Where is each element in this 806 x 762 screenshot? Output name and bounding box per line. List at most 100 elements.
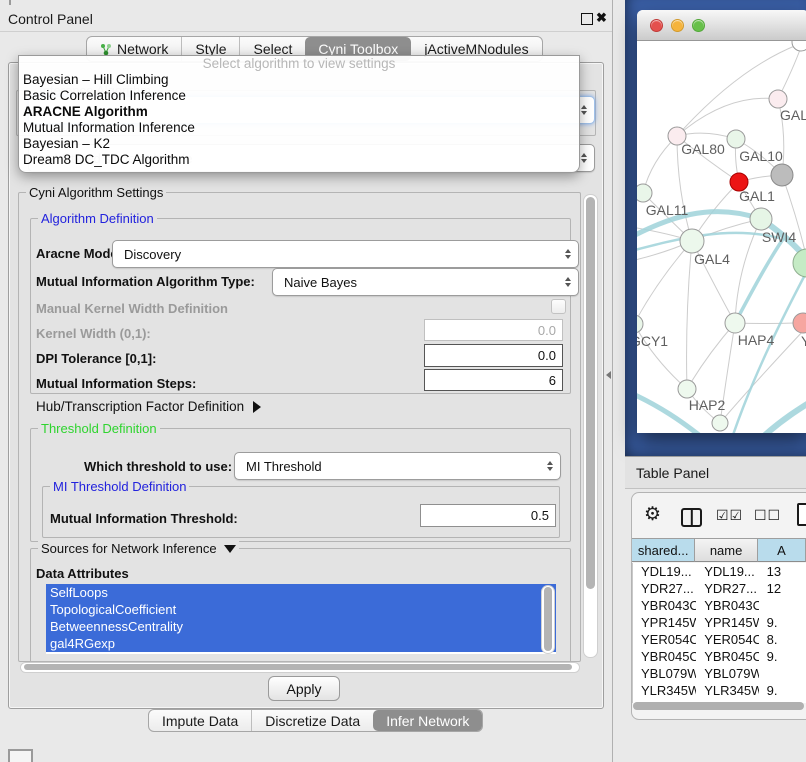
which-threshold-label: Which threshold to use:	[84, 459, 232, 474]
network-edge[interactable]	[687, 241, 692, 389]
close-icon[interactable]: ✖	[596, 12, 607, 24]
manual-kernel-checkbox[interactable]	[551, 299, 566, 314]
aracne-mode-combo[interactable]: Discovery	[112, 240, 579, 268]
mi-steps-input[interactable]: 6	[424, 369, 563, 391]
float-window-icon[interactable]	[581, 13, 593, 25]
table-row[interactable]: YPR145WYPR145W9.	[633, 614, 806, 631]
network-node-label-swi4: SWI4	[762, 229, 796, 245]
which-threshold-value: MI Threshold	[246, 459, 322, 474]
network-graph[interactable]: GALGAL80GAL10GAL1GAL11SWI4GAL4GCY1HAP4YH…	[637, 41, 806, 433]
combo-stepper-icon	[581, 105, 587, 115]
network-window-titlebar[interactable]	[637, 10, 806, 41]
table-cell: YLR345W	[633, 683, 696, 698]
settings-vertical-scrollbar[interactable]	[583, 194, 598, 658]
which-threshold-combo[interactable]: MI Threshold	[234, 452, 561, 480]
mi-threshold-group-title: MI Threshold Definition	[50, 479, 189, 494]
column-browser-icon[interactable]	[681, 508, 702, 527]
network-node[interactable]	[712, 415, 728, 431]
table-mode-icon[interactable]	[797, 503, 806, 526]
table-row[interactable]: YDL19...YDL19...13	[633, 563, 806, 580]
table-row[interactable]: YBR045CYBR045C9.	[633, 648, 806, 665]
network-edge[interactable]	[643, 136, 677, 193]
attribute-item-gal4rgexp[interactable]: gal4RGexp	[46, 635, 556, 652]
table-header-row: shared...nameA	[632, 538, 806, 562]
network-node[interactable]	[793, 313, 806, 333]
network-node[interactable]	[771, 164, 793, 186]
dpi-tolerance-input[interactable]: 0.0	[424, 344, 563, 367]
algorithm-option-basic-correlation-inference[interactable]: Basic Correlation Inference	[19, 88, 579, 104]
network-edge-thick[interactable]	[765, 399, 806, 433]
table-row[interactable]: YLR345WYLR345W9.	[633, 682, 806, 699]
table-horizontal-scrollbar[interactable]	[633, 702, 804, 710]
attributes-list-scrollbar[interactable]	[541, 585, 555, 654]
network-node[interactable]	[678, 380, 696, 398]
scrollbar-thumb[interactable]	[24, 664, 572, 670]
mi-threshold-input[interactable]: 0.5	[420, 504, 556, 527]
table-cell: YDR27...	[696, 581, 758, 596]
network-node-label-gal10: GAL10	[739, 148, 783, 164]
settings-horizontal-scrollbar[interactable]	[20, 662, 580, 673]
threshold-definition-title: Threshold Definition	[38, 421, 160, 436]
network-canvas[interactable]: GALGAL80GAL10GAL1GAL11SWI4GAL4GCY1HAP4YH…	[637, 41, 806, 433]
network-edge[interactable]	[637, 241, 692, 324]
scrollbar-thumb[interactable]	[544, 587, 552, 651]
network-edge[interactable]	[677, 98, 778, 136]
expand-arrow-icon[interactable]	[253, 401, 261, 413]
data-attributes-label: Data Attributes	[36, 566, 129, 581]
network-node[interactable]	[769, 90, 787, 108]
table-cell: YBL079W	[696, 666, 758, 681]
gear-icon[interactable]: ⚙	[644, 505, 661, 525]
network-node[interactable]	[637, 184, 652, 202]
close-traffic-light-icon[interactable]	[650, 19, 663, 32]
application-window: Control Panel ✖ NetworkStyleSelectCyni T…	[0, 0, 806, 762]
column-header-a[interactable]: A	[758, 538, 806, 562]
hub-definition-label[interactable]: Hub/Transcription Factor Definition	[36, 399, 261, 414]
tab-impute-data[interactable]: Impute Data	[149, 710, 251, 731]
tab-label: Infer Network	[386, 713, 469, 729]
algorithm-option-aracne-algorithm[interactable]: ARACNE Algorithm	[19, 104, 579, 120]
algorithm-option-dream8-dc-tdc-algorithm[interactable]: Dream8 DC_TDC Algorithm	[19, 152, 579, 168]
table-row[interactable]: YBL079WYBL079W	[633, 665, 806, 682]
network-node-label-gal80: GAL80	[681, 141, 725, 157]
grip-icon[interactable]	[8, 749, 33, 762]
attribute-item-selfloops[interactable]: SelfLoops	[46, 584, 556, 601]
column-header-name[interactable]: name	[695, 538, 758, 562]
tab-label: Impute Data	[162, 713, 238, 729]
collapse-arrow-icon[interactable]	[224, 545, 236, 553]
network-node[interactable]	[680, 229, 704, 253]
table-cell: 9.	[759, 683, 806, 698]
network-node-label-gal11: GAL11	[646, 202, 689, 218]
network-edge-thick[interactable]	[637, 233, 779, 251]
mi-type-combo[interactable]: Naive Bayes	[272, 268, 579, 296]
panel-divider[interactable]	[612, 0, 625, 762]
algorithm-option-bayesian-hill-climbing[interactable]: Bayesian – Hill Climbing	[19, 72, 579, 88]
attribute-item-betweennesscentrality[interactable]: BetweennessCentrality	[46, 618, 556, 635]
network-node[interactable]	[637, 315, 643, 333]
tab-infer-network[interactable]: Infer Network	[373, 710, 482, 731]
splitter-collapse-icon[interactable]	[606, 371, 611, 379]
scrollbar-thumb[interactable]	[586, 197, 595, 589]
zoom-traffic-light-icon[interactable]	[692, 19, 705, 32]
attribute-item-topologicalcoefficient[interactable]: TopologicalCoefficient	[46, 601, 556, 618]
network-node[interactable]	[727, 130, 745, 148]
minimize-traffic-light-icon[interactable]	[671, 19, 684, 32]
table-row[interactable]: YBR043CYBR043C	[633, 597, 806, 614]
network-node[interactable]	[725, 313, 745, 333]
network-node[interactable]	[792, 41, 806, 51]
table-panel-title: Table Panel	[636, 465, 709, 481]
column-header-shared[interactable]: shared...	[632, 538, 695, 562]
table-row[interactable]: YDR27...YDR27...12	[633, 580, 806, 597]
network-edge-thick[interactable]	[735, 239, 783, 323]
tab-discretize-data[interactable]: Discretize Data	[251, 710, 373, 731]
network-edge[interactable]	[687, 323, 735, 389]
kernel-width-input[interactable]: 0.0	[424, 319, 563, 341]
apply-button[interactable]: Apply	[268, 676, 340, 701]
network-node[interactable]	[793, 249, 806, 277]
table-row[interactable]: YER054CYER054C8.	[633, 631, 806, 648]
network-node[interactable]	[750, 208, 772, 230]
deselect-all-checkboxes-icon[interactable]: ☐☐	[754, 507, 781, 524]
table-cell: YBL079W	[633, 666, 696, 681]
select-all-checkboxes-icon[interactable]: ☑☑	[716, 507, 743, 524]
algorithm-option-bayesian-k2[interactable]: Bayesian – K2	[19, 136, 579, 152]
algorithm-option-mutual-information-inference[interactable]: Mutual Information Inference	[19, 120, 579, 136]
